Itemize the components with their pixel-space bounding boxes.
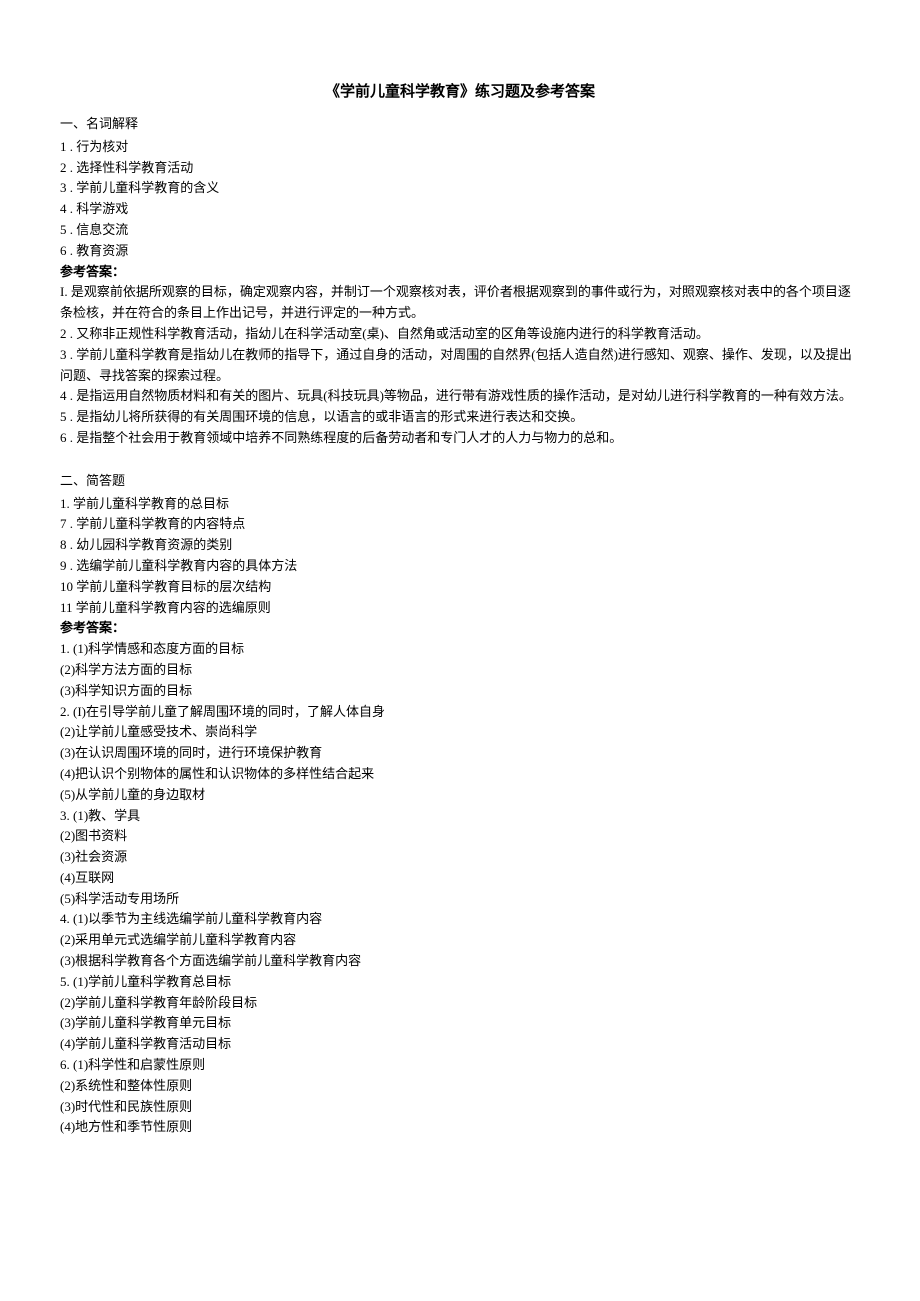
answer-item: (3)社会资源 [60, 847, 860, 868]
answer-item: (4)互联网 [60, 868, 860, 889]
answer-item: 6. (1)科学性和启蒙性原则 [60, 1055, 860, 1076]
question-item: 9 . 选编学前儿童科学教育内容的具体方法 [60, 556, 860, 577]
answer-item: (4)学前儿童科学教育活动目标 [60, 1034, 860, 1055]
answer-item: 2. (I)在引导学前儿童了解周围环境的同时，了解人体自身 [60, 702, 860, 723]
term-item: 4 . 科学游戏 [60, 199, 860, 220]
answer-item: (2)图书资料 [60, 826, 860, 847]
question-item: 8 . 幼儿园科学教育资源的类别 [60, 535, 860, 556]
answer-item: (3)时代性和民族性原则 [60, 1097, 860, 1118]
answer-item: (4)把认识个别物体的属性和认识物体的多样性结合起来 [60, 764, 860, 785]
section2-heading: 二、简答题 [60, 471, 860, 492]
answer-item: (2)采用单元式选编学前儿童科学教育内容 [60, 930, 860, 951]
answer-item: 2 . 又称非正规性科学教育活动，指幼儿在科学活动室(桌)、自然角或活动室的区角… [60, 324, 860, 345]
term-item: 5 . 信息交流 [60, 220, 860, 241]
answer-item: (3)学前儿童科学教育单元目标 [60, 1013, 860, 1034]
answer-item: (4)地方性和季节性原则 [60, 1117, 860, 1138]
question-item: 7 . 学前儿童科学教育的内容特点 [60, 514, 860, 535]
answer-item: 3. (1)教、学具 [60, 806, 860, 827]
term-item: 1 . 行为核对 [60, 137, 860, 158]
answer-item: (2)科学方法方面的目标 [60, 660, 860, 681]
answer-item: (3)根据科学教育各个方面选编学前儿童科学教育内容 [60, 951, 860, 972]
answer-item: (2)学前儿童科学教育年龄阶段目标 [60, 993, 860, 1014]
document-title: 《学前儿童科学教育》练习题及参考答案 [60, 80, 860, 104]
answer-item: 1. (1)科学情感和态度方面的目标 [60, 639, 860, 660]
question-item: 10 学前儿童科学教育目标的层次结构 [60, 577, 860, 598]
answer-item: 5. (1)学前儿童科学教育总目标 [60, 972, 860, 993]
answer-item: (3)科学知识方面的目标 [60, 681, 860, 702]
answer-item: (2)让学前儿童感受技术、崇尚科学 [60, 722, 860, 743]
section-gap [60, 449, 860, 467]
answer-item: 4. (1)以季节为主线选编学前儿童科学教育内容 [60, 909, 860, 930]
answer-item: 3 . 学前儿童科学教育是指幼儿在教师的指导下，通过自身的活动，对周围的自然界(… [60, 345, 860, 387]
term-item: 6 . 教育资源 [60, 241, 860, 262]
answer-item: (2)系统性和整体性原则 [60, 1076, 860, 1097]
section1-heading: 一、名词解释 [60, 114, 860, 135]
question-item: 11 学前儿童科学教育内容的选编原则 [60, 598, 860, 619]
term-item: 3 . 学前儿童科学教育的含义 [60, 178, 860, 199]
term-item: 2 . 选择性科学教育活动 [60, 158, 860, 179]
answer-item: 5 . 是指幼儿将所获得的有关周围环境的信息，以语言的或非语言的形式来进行表达和… [60, 407, 860, 428]
answer-item: (5)科学活动专用场所 [60, 889, 860, 910]
question-item: 1. 学前儿童科学教育的总目标 [60, 494, 860, 515]
answer-item: 6 . 是指整个社会用于教育领域中培养不同熟练程度的后备劳动者和专门人才的人力与… [60, 428, 860, 449]
answer-item: 4 . 是指运用自然物质材料和有关的图片、玩具(科技玩具)等物品，进行带有游戏性… [60, 386, 860, 407]
answer-item: I. 是观察前依据所观察的目标，确定观察内容，并制订一个观察核对表，评价者根据观… [60, 282, 860, 324]
answer-item: (5)从学前儿童的身边取材 [60, 785, 860, 806]
section1-answer-heading: 参考答案： [60, 262, 860, 283]
section2-answer-heading: 参考答案： [60, 618, 860, 639]
answer-item: (3)在认识周围环境的同时，进行环境保护教育 [60, 743, 860, 764]
